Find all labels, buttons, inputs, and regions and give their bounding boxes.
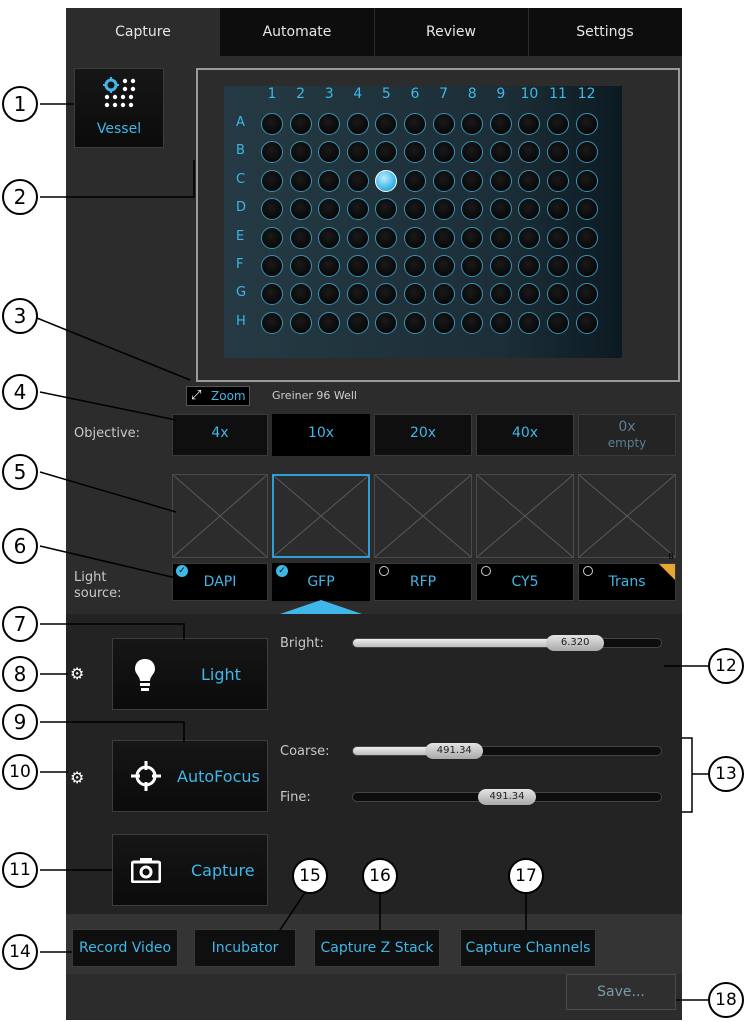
callout-2: 2 xyxy=(2,179,38,215)
callout-15: 15 xyxy=(292,858,328,894)
callout-16: 16 xyxy=(362,858,398,894)
callout-18: 18 xyxy=(708,982,744,1018)
callout-13: 13 xyxy=(708,756,744,792)
callout-1: 1 xyxy=(2,86,38,122)
callout-5: 5 xyxy=(2,454,38,490)
callout-4: 4 xyxy=(2,374,38,410)
callout-17: 17 xyxy=(508,858,544,894)
callout-14: 14 xyxy=(2,934,38,970)
callout-11: 11 xyxy=(2,852,38,888)
callout-6: 6 xyxy=(2,528,38,564)
callout-8: 8 xyxy=(2,656,38,692)
callout-10: 10 xyxy=(2,754,38,790)
callout-3: 3 xyxy=(2,298,38,334)
callout-9: 9 xyxy=(2,704,38,740)
callout-12: 12 xyxy=(708,648,744,684)
callout-7: 7 xyxy=(2,606,38,642)
